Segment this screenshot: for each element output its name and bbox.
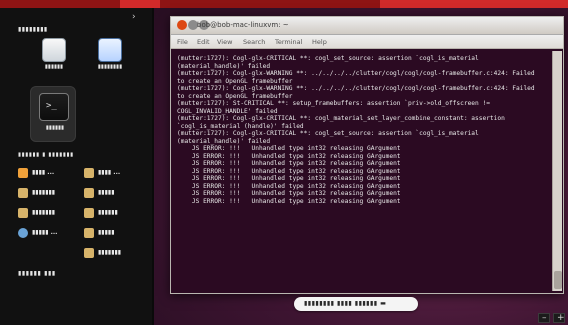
place-label: ▮▮▮▮▮▮▮ bbox=[32, 209, 56, 216]
folder-icon bbox=[18, 208, 28, 218]
terminal-title: bob@bob-mac-linuxvm: ~ bbox=[197, 21, 289, 29]
terminal-scrollbar[interactable] bbox=[552, 51, 562, 291]
place-item[interactable]: ▮▮▮▮ ... bbox=[84, 164, 146, 182]
place-item[interactable]: ▮▮▮▮▮▮▮ bbox=[18, 184, 80, 202]
terminal-line: JS ERROR: !!! Unhandled type int32 relea… bbox=[177, 160, 401, 167]
menu-edit[interactable]: Edit bbox=[197, 38, 210, 46]
terminal-line: (mutter:1727): Cogl-glx-CRITICAL **: cog… bbox=[177, 115, 509, 130]
terminal-line: (mutter:1727): St-CRITICAL **: setup_fra… bbox=[177, 100, 494, 115]
place-item[interactable]: ▮▮▮▮▮ bbox=[84, 184, 146, 202]
plus-icon: + bbox=[557, 313, 565, 323]
places-list: ▮▮▮▮ ... ▮▮▮▮▮▮▮ ▮▮▮▮▮▮▮ ▮▮▮▮▮ ... ▮▮▮▮ … bbox=[18, 164, 150, 284]
sidebar-title-text: ▮▮▮▮▮▮▮▮ bbox=[18, 26, 48, 33]
launcher-tile-mail[interactable]: ▮▮▮▮▮▮ bbox=[30, 34, 78, 86]
menu-help[interactable]: Help bbox=[312, 38, 327, 46]
folder-icon bbox=[18, 188, 28, 198]
terminal-icon: >_ bbox=[39, 93, 69, 121]
terminal-body[interactable]: (mutter:1727): Cogl-glx-CRITICAL **: cog… bbox=[171, 49, 563, 293]
terminal-prompt-glyph: >_ bbox=[46, 101, 57, 111]
terminal-line: (mutter:1727): Cogl-glx-WARNING **: ../.… bbox=[177, 70, 539, 85]
place-item[interactable]: ▮▮▮▮▮▮ bbox=[84, 204, 146, 222]
places-title: ▮▮▮▮▮▮ ▮ ▮▮▮▮▮▮▮ bbox=[18, 152, 74, 158]
corner-control-right[interactable]: + bbox=[553, 313, 565, 323]
chevron-right-icon[interactable]: › bbox=[132, 12, 142, 22]
terminal-window[interactable]: bob@bob-mac-linuxvm: ~ File Edit View Se… bbox=[170, 16, 564, 294]
settings-icon bbox=[98, 38, 122, 62]
terminal-menubar: File Edit View Search Terminal Help bbox=[171, 35, 563, 49]
home-folder-icon bbox=[18, 168, 28, 178]
place-item[interactable]: ▮▮▮▮▮ ... bbox=[18, 224, 80, 242]
menu-terminal[interactable]: Terminal bbox=[275, 38, 302, 46]
terminal-line: JS ERROR: !!! Unhandled type int32 relea… bbox=[177, 175, 401, 182]
launcher-tile-label: ▮▮▮▮▮▮ bbox=[44, 64, 64, 70]
place-label: ▮▮▮▮▮▮▮ bbox=[32, 189, 56, 196]
launcher-tile-settings[interactable]: ▮▮▮▮▮▮▮▮ bbox=[86, 34, 134, 86]
folder-icon bbox=[84, 228, 94, 238]
desktop-background: bob@bob-mac-linuxvm: ~ File Edit View Se… bbox=[154, 8, 568, 325]
place-item[interactable]: ▮▮▮▮ ... bbox=[18, 164, 80, 182]
window-switcher-pill[interactable]: ▮▮▮▮▮▮▮▮ ▮▮▮▮ ▮▮▮▮▮▮ ▬ bbox=[294, 297, 418, 311]
launcher-tile-label: ▮▮▮▮▮▮▮▮ bbox=[97, 64, 123, 70]
folder-icon bbox=[84, 208, 94, 218]
launcher-tile-label: ▮▮▮▮▮▮ bbox=[45, 125, 65, 131]
terminal-output: (mutter:1727): Cogl-glx-CRITICAL **: cog… bbox=[177, 55, 539, 289]
terminal-line: JS ERROR: !!! Unhandled type int32 relea… bbox=[177, 167, 401, 175]
place-item[interactable]: ▮▮▮▮▮▮▮ bbox=[84, 244, 146, 262]
terminal-line: JS ERROR: !!! Unhandled type int32 relea… bbox=[177, 190, 401, 197]
terminal-line: JS ERROR: !!! Unhandled type int32 relea… bbox=[177, 152, 401, 160]
place-label: ▮▮▮▮▮ bbox=[98, 189, 115, 196]
terminal-line: (mutter:1727): Cogl-glx-WARNING **: ../.… bbox=[177, 85, 539, 100]
terminal-line: (mutter:1727): Cogl-glx-CRITICAL **: cog… bbox=[177, 55, 483, 70]
sidebar-title: ▮▮▮▮▮▮▮▮ bbox=[18, 16, 78, 33]
network-icon bbox=[18, 228, 28, 238]
place-label: ▮▮▮▮▮ bbox=[98, 229, 115, 236]
place-label: ▮▮▮▮▮▮▮ bbox=[98, 249, 122, 256]
place-label: ▮▮▮▮▮ ... bbox=[32, 229, 58, 236]
corner-control-left[interactable]: – bbox=[538, 313, 550, 323]
terminal-line: JS ERROR: !!! Unhandled type int32 relea… bbox=[177, 182, 401, 190]
launcher-sidebar: ▮▮▮▮▮▮▮▮ › ▮▮▮▮▮▮ ▮▮▮▮▮▮▮▮ >_ ▮▮▮▮▮▮ ▮▮▮… bbox=[0, 8, 152, 325]
window-switcher-label: ▮▮▮▮▮▮▮▮ ▮▮▮▮ ▮▮▮▮▮▮ ▬ bbox=[304, 300, 387, 307]
sidebar-bottom-title: ▮▮▮▮▮▮ ▮▮▮ bbox=[18, 270, 56, 277]
terminal-scroll-thumb[interactable] bbox=[554, 271, 562, 289]
mail-icon bbox=[42, 38, 66, 62]
menu-file[interactable]: File bbox=[177, 38, 188, 46]
terminal-line: (mutter:1727): Cogl-glx-CRITICAL **: cog… bbox=[177, 130, 483, 145]
launcher-tile-terminal[interactable]: >_ ▮▮▮▮▮▮ bbox=[30, 86, 76, 142]
minus-icon: – bbox=[542, 313, 547, 323]
place-label: ▮▮▮▮ ... bbox=[32, 169, 55, 176]
terminal-titlebar[interactable]: bob@bob-mac-linuxvm: ~ bbox=[171, 17, 563, 35]
folder-icon bbox=[84, 168, 94, 178]
terminal-line: JS ERROR: !!! Unhandled type int32 relea… bbox=[177, 145, 401, 152]
place-label: ▮▮▮▮▮▮ bbox=[98, 209, 118, 216]
close-button[interactable] bbox=[177, 20, 187, 30]
terminal-line: JS ERROR: !!! Unhandled type int32 relea… bbox=[177, 197, 401, 205]
place-item[interactable]: ▮▮▮▮▮ bbox=[84, 224, 146, 242]
menu-view[interactable]: View bbox=[217, 38, 232, 46]
folder-icon bbox=[84, 188, 94, 198]
screen: ▮▮▮▮▮▮▮▮ › ▮▮▮▮▮▮ ▮▮▮▮▮▮▮▮ >_ ▮▮▮▮▮▮ ▮▮▮… bbox=[0, 8, 568, 325]
menu-search[interactable]: Search bbox=[243, 38, 265, 46]
folder-icon bbox=[84, 248, 94, 258]
place-item[interactable]: ▮▮▮▮▮▮▮ bbox=[18, 204, 80, 222]
place-label: ▮▮▮▮ ... bbox=[98, 169, 121, 176]
